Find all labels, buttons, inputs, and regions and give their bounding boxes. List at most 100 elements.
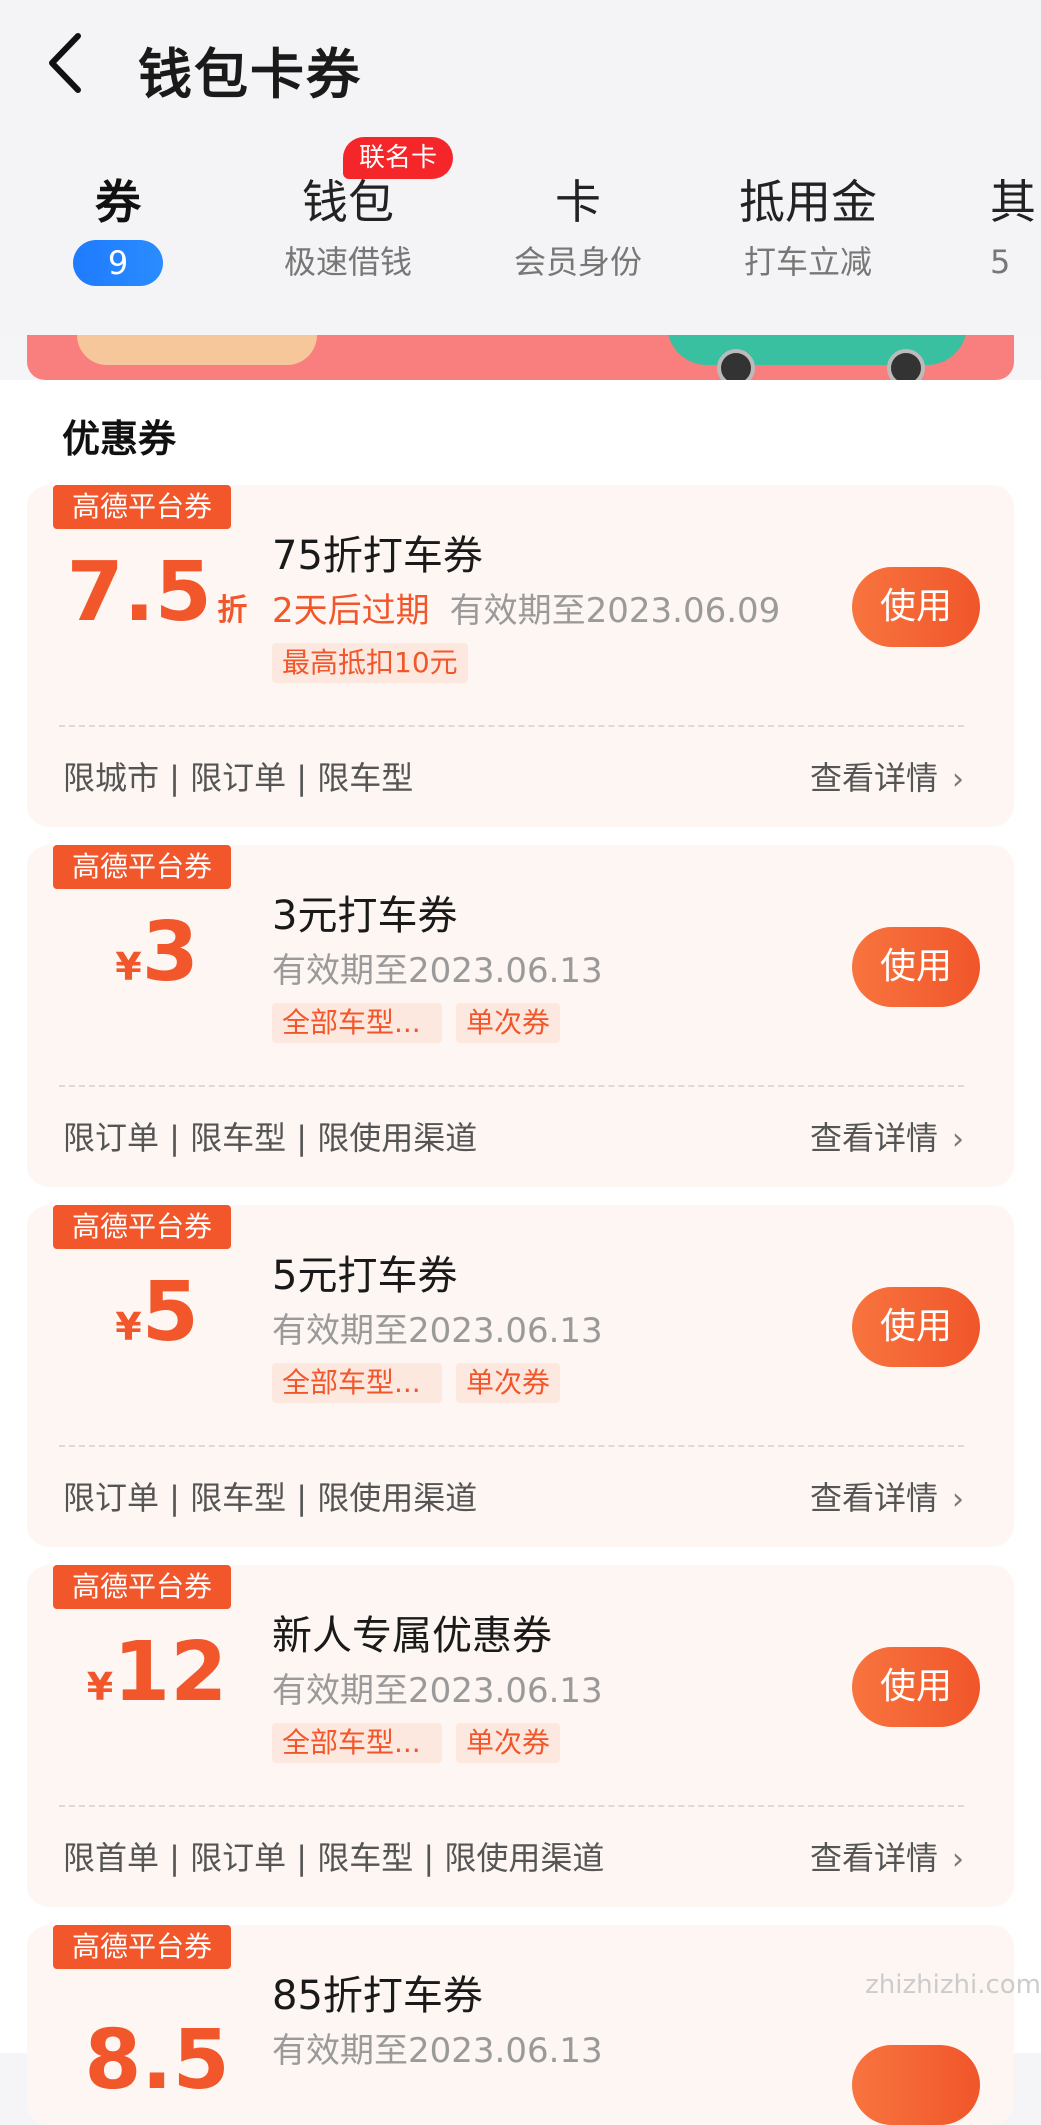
site-watermark: zhizhizhi.com <box>865 1970 1041 2000</box>
coupon-chips: 全部车型... 单次券 <box>272 1723 574 1763</box>
coupon-count-badge: 9 <box>73 240 163 286</box>
platform-badge: 高德平台券 <box>53 1565 231 1609</box>
validity-date: 有效期至2023.06.13 <box>272 1311 603 1351</box>
chip: 全部车型... <box>272 1363 442 1403</box>
coupon-chips: 全部车型... 单次券 <box>272 1363 574 1403</box>
restrictions: 限订单 | 限车型 | 限使用渠道 <box>63 1119 478 1157</box>
coupon-name: 3元打车券 <box>272 893 458 939</box>
chevron-right-icon: › <box>952 762 964 797</box>
view-details-link[interactable]: 查看详情 › <box>810 1113 964 1159</box>
coupon-card[interactable]: 高德平台券 7.5 折 75折打车券 2天后过期 有效期至2023.06.09 最… <box>27 485 1014 827</box>
use-button[interactable]: 使用 <box>852 567 980 647</box>
tab-label: 卡 <box>555 175 601 229</box>
top-header: 钱包卡券 券 9 联名卡 钱包 极速借钱 卡 会员身份 抵用金 打车立减 其 5 <box>0 0 1041 335</box>
currency-symbol: ¥ <box>86 1665 114 1709</box>
tab-label: 钱包 <box>302 175 394 229</box>
chip: 单次券 <box>456 1003 561 1043</box>
validity-date: 有效期至2023.06.13 <box>272 1671 603 1711</box>
chevron-right-icon: › <box>952 1482 964 1517</box>
platform-badge: 高德平台券 <box>53 845 231 889</box>
use-button[interactable]: 使用 <box>852 927 980 1007</box>
category-tabs: 券 9 联名卡 钱包 极速借钱 卡 会员身份 抵用金 打车立减 其 5 <box>0 135 1041 325</box>
dashed-divider <box>59 1445 964 1447</box>
coupon-name: 5元打车券 <box>272 1253 458 1299</box>
chip: 单次券 <box>456 1723 561 1763</box>
coupon-value: ¥5 <box>47 1265 267 1360</box>
coupon-name: 75折打车券 <box>272 533 483 579</box>
tab-cards[interactable]: 卡 会员身份 <box>478 170 678 286</box>
value-unit: 折 <box>217 593 248 628</box>
detail-label: 查看详情 <box>809 1119 938 1157</box>
coupon-chips: 最高抵扣10元 <box>272 643 482 683</box>
tab-label: 抵用金 <box>739 175 877 229</box>
expiry-warning: 2天后过期 <box>272 591 430 631</box>
chip: 全部车型... <box>272 1723 442 1763</box>
coupon-meta: 有效期至2023.06.13 <box>272 2023 603 2072</box>
tab-sublabel: 会员身份 <box>513 243 642 281</box>
value-number: 12 <box>113 1625 228 1720</box>
promo-banner[interactable] <box>27 335 1014 380</box>
coupon-value: 8.5 <box>47 2013 267 2108</box>
coupon-value: ¥3 <box>47 905 267 1000</box>
wheel-icon <box>717 349 755 380</box>
validity-date: 有效期至2023.06.09 <box>449 591 781 631</box>
coupon-name: 新人专属优惠券 <box>272 1613 552 1659</box>
platform-badge: 高德平台券 <box>53 485 231 529</box>
restrictions: 限城市 | 限订单 | 限车型 <box>63 759 414 797</box>
use-button[interactable]: 使用 <box>852 1647 980 1727</box>
banner-illustration <box>77 335 317 365</box>
coupon-card[interactable]: 高德平台券 ¥12 新人专属优惠券 有效期至2023.06.13 全部车型...… <box>27 1565 1014 1907</box>
coupon-list-area: 优惠券 高德平台券 7.5 折 75折打车券 2天后过期 有效期至2023.06.… <box>0 380 1041 2125</box>
view-details-link[interactable]: 查看详情 › <box>810 1473 964 1519</box>
chip: 单次券 <box>456 1363 561 1403</box>
coupon-name: 85折打车券 <box>272 1973 483 2019</box>
value-number: 8.5 <box>84 2013 230 2108</box>
platform-badge: 高德平台券 <box>53 1205 231 1249</box>
detail-label: 查看详情 <box>809 1839 938 1877</box>
coupon-value: ¥12 <box>47 1625 267 1720</box>
chevron-right-icon: › <box>952 1842 964 1877</box>
value-number: 5 <box>141 1265 199 1360</box>
use-button[interactable] <box>852 2045 980 2125</box>
detail-label: 查看详情 <box>809 1479 938 1517</box>
tab-sublabel: 5 <box>990 243 1011 281</box>
restrictions: 限首单 | 限订单 | 限车型 | 限使用渠道 <box>63 1839 605 1877</box>
tab-wallet[interactable]: 钱包 极速借钱 <box>248 170 448 286</box>
coupon-card[interactable]: 高德平台券 ¥5 5元打车券 有效期至2023.06.13 全部车型... 单次券… <box>27 1205 1014 1547</box>
dashed-divider <box>59 1805 964 1807</box>
coupon-chips: 全部车型... 单次券 <box>272 1003 574 1043</box>
currency-symbol: ¥ <box>115 945 142 989</box>
platform-badge: 高德平台券 <box>53 1925 231 1969</box>
coupon-meta: 有效期至2023.06.13 <box>272 1303 603 1352</box>
restrictions: 限订单 | 限车型 | 限使用渠道 <box>63 1479 478 1517</box>
coupon-card[interactable]: 高德平台券 8.5 85折打车券 有效期至2023.06.13 <box>27 1925 1014 2125</box>
chip: 全部车型... <box>272 1003 442 1043</box>
coupon-meta: 有效期至2023.06.13 <box>272 943 603 992</box>
tab-sublabel: 打车立减 <box>743 243 872 281</box>
dashed-divider <box>59 725 964 727</box>
tab-coupons[interactable]: 券 9 <box>18 170 218 286</box>
dashed-divider <box>59 1085 964 1087</box>
coupon-meta: 有效期至2023.06.13 <box>272 1663 603 1712</box>
chevron-right-icon: › <box>952 1122 964 1157</box>
tab-label: 其 <box>990 175 1036 229</box>
tab-other[interactable]: 其 5 <box>990 170 1041 286</box>
view-details-link[interactable]: 查看详情 › <box>810 1833 964 1879</box>
value-number: 3 <box>141 905 199 1000</box>
value-number: 7.5 <box>66 545 212 640</box>
tab-sublabel: 极速借钱 <box>283 243 412 281</box>
view-details-link[interactable]: 查看详情 › <box>810 753 964 799</box>
currency-symbol: ¥ <box>115 1305 142 1349</box>
wheel-icon <box>887 349 925 380</box>
tab-credit[interactable]: 抵用金 打车立减 <box>708 170 908 286</box>
tab-label: 券 <box>95 175 141 229</box>
page-title: 钱包卡券 <box>138 43 362 106</box>
detail-label: 查看详情 <box>809 759 938 797</box>
coupon-meta: 2天后过期 有效期至2023.06.09 <box>272 583 780 632</box>
validity-date: 有效期至2023.06.13 <box>272 2031 603 2071</box>
coupon-card[interactable]: 高德平台券 ¥3 3元打车券 有效期至2023.06.13 全部车型... 单次券… <box>27 845 1014 1187</box>
chip: 最高抵扣10元 <box>272 643 468 683</box>
use-button[interactable]: 使用 <box>852 1287 980 1367</box>
back-arrow-icon[interactable] <box>42 28 92 98</box>
validity-date: 有效期至2023.06.13 <box>272 951 603 991</box>
